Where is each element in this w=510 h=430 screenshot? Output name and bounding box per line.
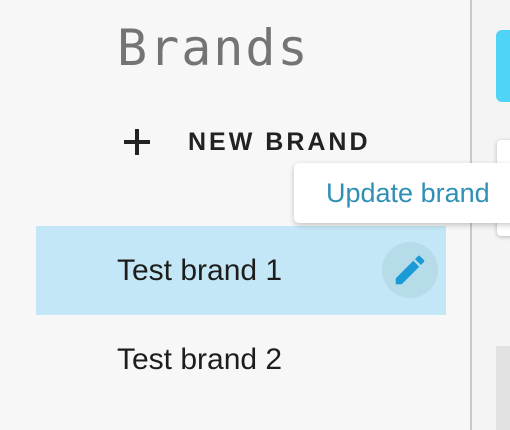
update-brand-tooltip: Update brand — [294, 163, 510, 223]
pencil-icon — [395, 255, 425, 285]
new-brand-button[interactable]: NEW BRAND — [112, 118, 379, 166]
brand-list-item[interactable]: Test brand 2 — [36, 315, 446, 404]
edit-brand-button[interactable] — [382, 242, 438, 298]
app-root: Brands NEW BRAND Test brand 1 Test brand… — [0, 0, 510, 430]
primary-action-button[interactable] — [496, 30, 510, 102]
plus-icon — [120, 125, 154, 159]
page-title: Brands — [117, 19, 310, 77]
detail-panel-block — [496, 346, 510, 430]
brand-list-item[interactable]: Test brand 1 — [36, 226, 446, 315]
brand-list: Test brand 1 Test brand 2 — [36, 226, 446, 404]
tooltip-text: Update brand — [326, 177, 490, 208]
brand-item-label: Test brand 1 — [117, 253, 283, 287]
brand-item-label: Test brand 2 — [117, 342, 283, 376]
new-brand-label: NEW BRAND — [188, 127, 371, 156]
